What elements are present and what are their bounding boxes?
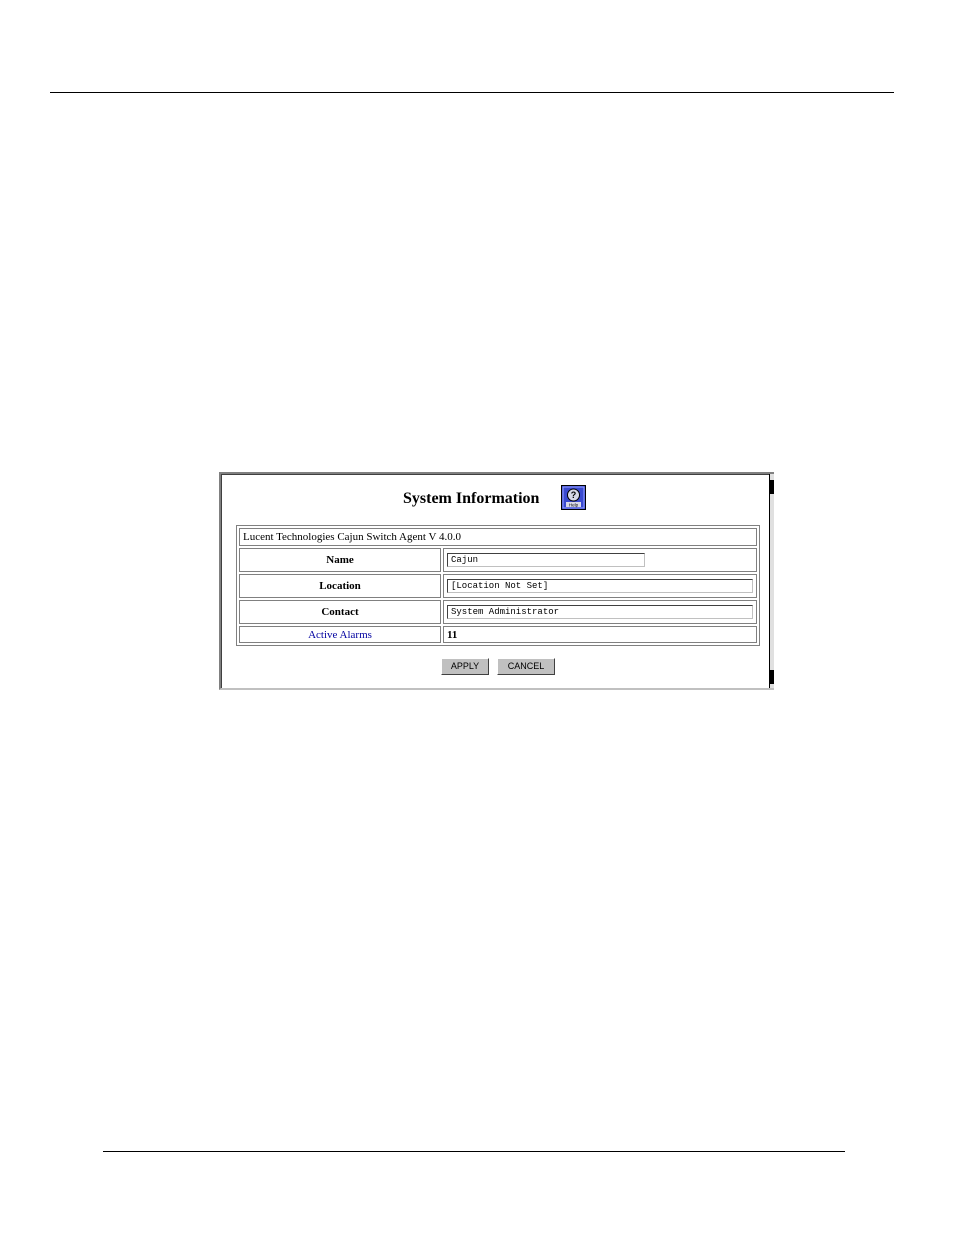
- system-info-table: Lucent Technologies Cajun Switch Agent V…: [236, 525, 760, 646]
- contact-input[interactable]: [447, 605, 753, 619]
- title-row: System Information ? Help: [222, 484, 770, 512]
- location-input[interactable]: [447, 579, 753, 593]
- active-alarms-label-cell: Active Alarms: [239, 626, 441, 643]
- contact-label: Contact: [239, 600, 441, 624]
- window-content: System Information ? Help Lucent Technol…: [221, 474, 770, 688]
- name-label: Name: [239, 548, 441, 572]
- help-icon: ? Help: [562, 486, 585, 509]
- contact-value-cell: [443, 600, 757, 624]
- help-button[interactable]: ? Help: [561, 485, 586, 510]
- cancel-button[interactable]: CANCEL: [497, 658, 555, 675]
- location-label: Location: [239, 574, 441, 598]
- agent-version-header: Lucent Technologies Cajun Switch Agent V…: [239, 528, 757, 546]
- location-value-cell: [443, 574, 757, 598]
- vertical-scrollbar[interactable]: [769, 474, 774, 688]
- table-row: Lucent Technologies Cajun Switch Agent V…: [239, 528, 757, 546]
- table-row: Contact: [239, 600, 757, 624]
- name-input[interactable]: [447, 553, 645, 567]
- system-information-window: System Information ? Help Lucent Technol…: [219, 472, 774, 690]
- active-alarms-count: 11: [447, 628, 458, 641]
- svg-text:Help: Help: [569, 503, 579, 508]
- page-title: System Information: [403, 490, 540, 507]
- name-value-cell: [443, 548, 757, 572]
- apply-button[interactable]: APPLY: [441, 658, 489, 675]
- scroll-up-icon[interactable]: [770, 480, 774, 494]
- svg-text:?: ?: [571, 490, 577, 500]
- active-alarms-link[interactable]: Active Alarms: [308, 629, 372, 641]
- footer-rule: [103, 1151, 845, 1152]
- scroll-down-icon[interactable]: [770, 670, 774, 684]
- button-bar: APPLY CANCEL: [441, 658, 559, 676]
- table-row: Active Alarms 11: [239, 626, 757, 643]
- active-alarms-value-cell: 11: [443, 626, 757, 643]
- header-rule: [50, 92, 894, 93]
- table-row: Location: [239, 574, 757, 598]
- table-row: Name: [239, 548, 757, 572]
